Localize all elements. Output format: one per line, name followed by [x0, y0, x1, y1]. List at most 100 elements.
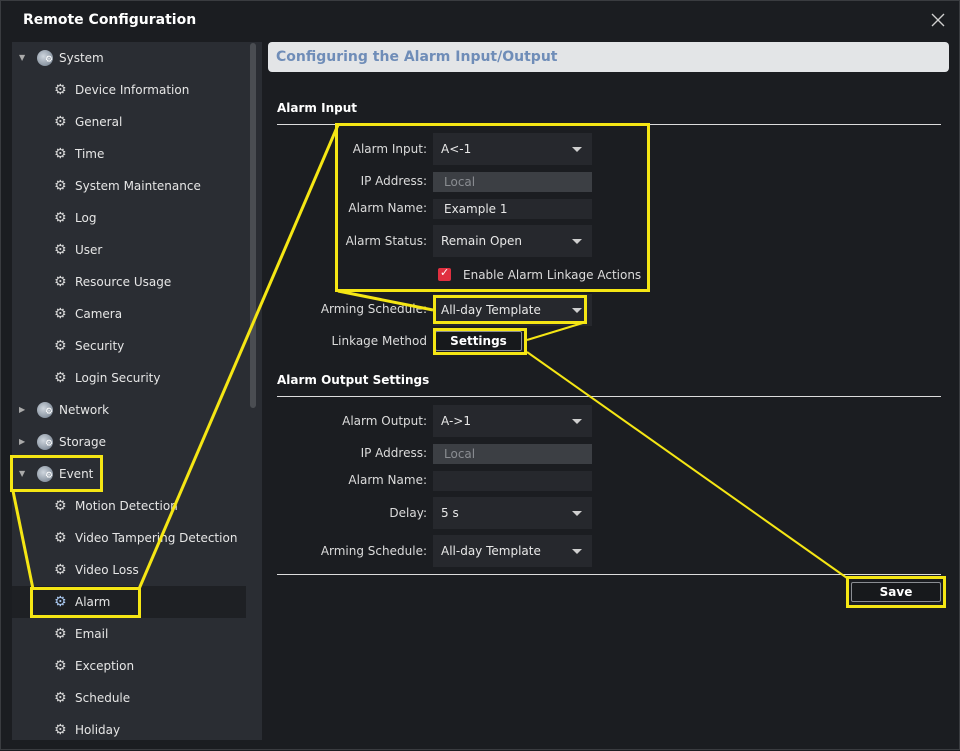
- alarm-input-select[interactable]: A<-1: [433, 133, 592, 165]
- alarm-name-input[interactable]: Example 1: [433, 199, 592, 219]
- expand-arrow-icon[interactable]: ▼: [19, 469, 25, 478]
- arming-schedule-select[interactable]: All-day Template: [433, 294, 592, 326]
- sidebar-scrollbar[interactable]: [250, 43, 256, 408]
- alarm-input-label: Alarm Input:: [352, 142, 427, 156]
- gear-icon: ⚙: [54, 530, 67, 546]
- sidebar-item-label: Schedule: [75, 691, 131, 705]
- gear-icon: ⚙: [54, 370, 67, 386]
- gear-icon: ⚙: [54, 722, 67, 738]
- sidebar-item-video-loss[interactable]: ⚙ Video Loss: [12, 554, 246, 586]
- sidebar-item-general[interactable]: ⚙ General: [12, 106, 246, 138]
- alarm-output-select[interactable]: A->1: [433, 405, 592, 437]
- sidebar-item-label: Login Security: [75, 371, 161, 385]
- sidebar-item-label: Motion Detection: [75, 499, 178, 513]
- enable-linkage-checkbox[interactable]: [438, 266, 451, 281]
- gear-icon: ⚙: [54, 210, 67, 226]
- output-alarm-name-input[interactable]: [433, 471, 592, 491]
- expand-arrow-icon[interactable]: ▼: [19, 53, 25, 62]
- alarm-status-label: Alarm Status:: [345, 234, 427, 248]
- sidebar-item-time[interactable]: ⚙ Time: [12, 138, 246, 170]
- alarm-status-select[interactable]: Remain Open: [433, 225, 592, 257]
- sidebar-item-label: Time: [75, 147, 105, 161]
- chevron-down-icon: [572, 308, 582, 313]
- sidebar-item-schedule[interactable]: ⚙ Schedule: [12, 682, 246, 714]
- sidebar-item-label: Camera: [75, 307, 123, 321]
- alarm-output-label: Alarm Output:: [342, 414, 427, 428]
- category-gear-icon: [37, 402, 53, 418]
- gear-icon: ⚙: [54, 626, 67, 642]
- sidebar-group-label: Storage: [59, 435, 106, 449]
- category-gear-icon: [37, 434, 53, 450]
- sidebar-item-label: User: [75, 243, 103, 257]
- config-tree-sidebar: ▼System⚙Device Information⚙General⚙Time⚙…: [12, 42, 262, 740]
- sidebar-item-label: Video Loss: [75, 563, 139, 577]
- ip-address-label: IP Address:: [360, 174, 427, 188]
- delay-label: Delay:: [389, 506, 427, 520]
- alarm-name-label: Alarm Name:: [348, 201, 427, 215]
- enable-linkage-label: Enable Alarm Linkage Actions: [463, 268, 642, 282]
- settings-button[interactable]: Settings: [435, 331, 522, 351]
- save-button[interactable]: Save: [851, 582, 941, 602]
- chevron-down-icon: [572, 511, 582, 516]
- sidebar-group-label: Network: [59, 403, 110, 417]
- window-title: Remote Configuration: [23, 12, 197, 28]
- sidebar-item-label: Holiday: [75, 723, 121, 737]
- sidebar-item-email[interactable]: ⚙ Email: [12, 618, 246, 650]
- output-arming-schedule-value: All-day Template: [441, 544, 541, 558]
- gear-icon: ⚙: [54, 306, 67, 322]
- sidebar-item-label: System Maintenance: [75, 179, 201, 193]
- sidebar-group-storage[interactable]: ▶ Storage: [12, 426, 246, 458]
- gear-icon: ⚙: [54, 146, 67, 162]
- sidebar-item-label: Video Tampering Detection: [75, 531, 238, 545]
- sidebar-item-device-information[interactable]: ⚙ Device Information: [12, 74, 246, 106]
- output-arming-schedule-label: Arming Schedule:: [320, 544, 427, 558]
- chevron-down-icon: [572, 147, 582, 152]
- output-arming-schedule-select[interactable]: All-day Template: [433, 535, 592, 567]
- gear-icon: ⚙: [54, 594, 67, 610]
- sidebar-item-security[interactable]: ⚙ Security: [12, 330, 246, 362]
- output-ip-address-field: Local: [433, 444, 592, 464]
- gear-icon: ⚙: [54, 338, 67, 354]
- gear-icon: ⚙: [54, 498, 67, 514]
- alarm-output-divider: [277, 396, 941, 397]
- sidebar-item-label: Security: [75, 339, 125, 353]
- gear-icon: ⚙: [54, 658, 67, 674]
- close-icon[interactable]: [929, 11, 947, 29]
- sidebar-group-system[interactable]: ▼ System: [12, 42, 246, 74]
- sidebar-item-label: Exception: [75, 659, 135, 673]
- gear-icon: ⚙: [54, 178, 67, 194]
- delay-select[interactable]: 5 s: [433, 497, 592, 529]
- collapse-arrow-icon[interactable]: ▶: [19, 437, 25, 446]
- sidebar-item-alarm[interactable]: ⚙ Alarm: [12, 586, 246, 618]
- category-gear-icon: [37, 50, 53, 66]
- page-title: Configuring the Alarm Input/Output: [276, 49, 558, 65]
- output-alarm-name-label: Alarm Name:: [348, 473, 427, 487]
- sidebar-item-label: Device Information: [75, 83, 190, 97]
- gear-icon: ⚙: [54, 562, 67, 578]
- category-gear-icon: [37, 466, 53, 482]
- arming-schedule-value: All-day Template: [441, 303, 541, 317]
- sidebar-item-system-maintenance[interactable]: ⚙ System Maintenance: [12, 170, 246, 202]
- gear-icon: ⚙: [54, 114, 67, 130]
- sidebar-item-exception[interactable]: ⚙ Exception: [12, 650, 246, 682]
- alarm-status-value: Remain Open: [441, 234, 523, 248]
- sidebar-item-label: General: [75, 115, 123, 129]
- sidebar-item-label: Alarm: [75, 595, 111, 609]
- sidebar-group-event[interactable]: ▼ Event: [12, 458, 246, 490]
- sidebar-group-network[interactable]: ▶ Network: [12, 394, 246, 426]
- sidebar-item-video-tampering-detection[interactable]: ⚙ Video Tampering Detection: [12, 522, 246, 554]
- sidebar-item-motion-detection[interactable]: ⚙ Motion Detection: [12, 490, 246, 522]
- ip-address-value: Local: [444, 175, 476, 189]
- gear-icon: ⚙: [54, 82, 67, 98]
- collapse-arrow-icon[interactable]: ▶: [19, 405, 25, 414]
- sidebar-item-user[interactable]: ⚙ User: [12, 234, 246, 266]
- sidebar-item-log[interactable]: ⚙ Log: [12, 202, 246, 234]
- ip-address-field: Local: [433, 172, 592, 192]
- alarm-name-value: Example 1: [444, 202, 508, 216]
- sidebar-item-resource-usage[interactable]: ⚙ Resource Usage: [12, 266, 246, 298]
- sidebar-item-camera[interactable]: ⚙ Camera: [12, 298, 246, 330]
- sidebar-item-login-security[interactable]: ⚙ Login Security: [12, 362, 246, 394]
- gear-icon: ⚙: [54, 274, 67, 290]
- title-bar: Remote Configuration: [1, 1, 959, 41]
- sidebar-item-holiday[interactable]: ⚙ Holiday: [12, 714, 246, 746]
